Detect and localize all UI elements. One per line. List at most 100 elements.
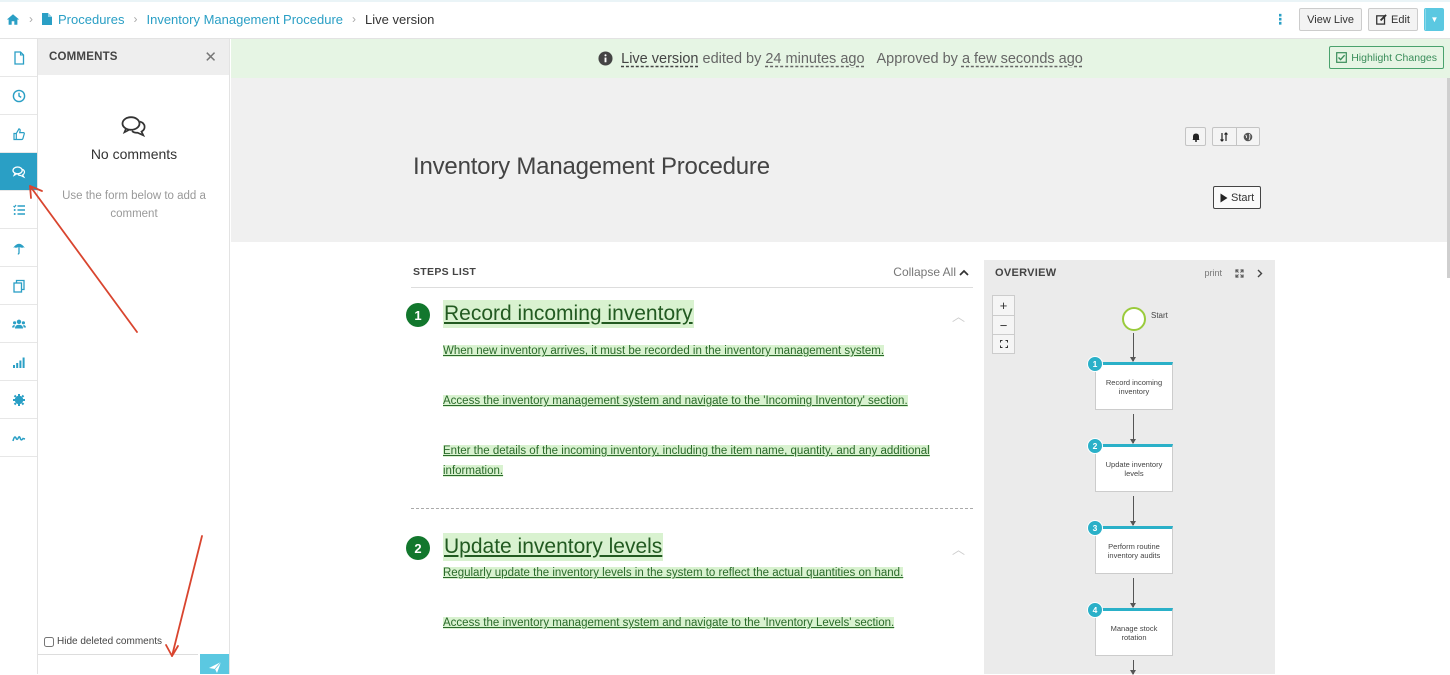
chevron-up-icon <box>959 269 969 276</box>
flow-start-label: Start <box>1151 311 1168 320</box>
close-icon[interactable]: ✕ <box>204 48 217 66</box>
step-paragraph: Access the inventory management system a… <box>443 395 908 407</box>
zoom-in-button[interactable]: + <box>993 296 1014 315</box>
flow-arrow <box>1130 660 1136 675</box>
flow-node[interactable]: Manage stock rotation <box>1095 608 1173 656</box>
chevron-up-icon[interactable]: ︿ <box>952 306 965 325</box>
chevron-up-icon[interactable]: ︿ <box>952 539 965 558</box>
view-live-button[interactable]: View Live <box>1299 8 1363 31</box>
breadcrumb-home[interactable] <box>6 13 20 26</box>
no-comments-hint: Use the form below to add a comment <box>62 190 206 220</box>
umbrella-icon <box>12 243 25 255</box>
print-link[interactable]: print <box>1204 268 1222 278</box>
sidebar-item-history[interactable] <box>0 77 37 115</box>
step-item: 1 Record incoming inventory ︿ When new i… <box>406 300 973 481</box>
sidebar-item-risk[interactable] <box>0 229 37 267</box>
sidebar-item-settings[interactable] <box>0 381 37 419</box>
no-comments-text: No comments <box>90 146 178 162</box>
overview-title: OVERVIEW <box>995 267 1057 279</box>
highlight-changes-button[interactable]: Highlight Changes <box>1329 46 1444 69</box>
live-version-banner: Live version edited by 24 minutes ago Ap… <box>231 39 1450 78</box>
live-version-status: Live version <box>621 50 699 67</box>
comment-input[interactable] <box>38 654 198 674</box>
mark-as-live-split-button: Mark as live ▼ <box>1424 8 1444 31</box>
flow-node[interactable]: Record incoming inventory <box>1095 362 1173 410</box>
hide-deleted-comments-toggle[interactable]: Hide deleted comments <box>44 636 162 647</box>
breadcrumb-procedure[interactable]: Inventory Management Procedure <box>146 12 343 27</box>
overview-panel: OVERVIEW print + − Start Record incoming… <box>984 260 1275 675</box>
sort-icon <box>1220 131 1229 142</box>
top-actions: ⋮ View Live Edit Mark as live ▼ <box>1273 8 1444 31</box>
step-item: 2 Update inventory levels ︿ Regularly up… <box>406 533 973 633</box>
comments-title: COMMENTS <box>49 51 118 63</box>
chevron-right-icon[interactable] <box>1257 269 1263 278</box>
kebab-icon[interactable]: ⋮ <box>1273 11 1287 28</box>
fit-view-button[interactable] <box>993 334 1014 353</box>
step-divider <box>411 508 973 509</box>
home-icon <box>6 13 20 25</box>
document-tools <box>1185 127 1260 146</box>
start-label: Start <box>1231 191 1255 204</box>
step-title[interactable]: Record incoming inventory <box>443 300 694 328</box>
document-icon <box>13 50 24 65</box>
copy-icon <box>12 279 25 293</box>
flow-node-badge: 1 <box>1087 356 1103 372</box>
step-paragraph: Enter the details of the incoming invent… <box>443 445 930 477</box>
edited-by-text: edited by <box>702 50 762 67</box>
edited-time[interactable]: 24 minutes ago <box>765 51 864 67</box>
sidebar-item-copies[interactable] <box>0 267 37 305</box>
breadcrumb-current: Live version <box>365 11 435 27</box>
sidebar-item-checklist[interactable] <box>0 191 37 229</box>
document-tool-group <box>1212 127 1260 146</box>
notifications-button[interactable] <box>1185 127 1206 146</box>
play-icon <box>1220 193 1228 202</box>
flow-start-node[interactable] <box>1122 307 1146 331</box>
flow-node[interactable]: Update inventory levels <box>1095 444 1173 492</box>
flow-node[interactable]: Perform routine inventory audits <box>1095 526 1173 574</box>
edit-icon <box>1376 14 1387 25</box>
chevron-down-icon[interactable]: ▼ <box>1425 9 1443 30</box>
expand-icon[interactable] <box>1235 268 1244 278</box>
zoom-out-button[interactable]: − <box>993 315 1014 334</box>
overview-tools: print <box>1204 268 1263 278</box>
step-number-badge: 1 <box>406 303 430 327</box>
step-paragraph: Regularly update the inventory levels in… <box>443 567 904 579</box>
flow-arrow <box>1130 333 1136 362</box>
send-comment-button[interactable] <box>200 654 229 674</box>
sidebar-item-stats[interactable] <box>0 343 37 381</box>
breadcrumb-procedures-label: Procedures <box>58 11 125 27</box>
sidebar-item-signature[interactable] <box>0 419 37 457</box>
comments-icon <box>121 116 146 137</box>
main-content: Live version edited by 24 minutes ago Ap… <box>231 39 1450 675</box>
document-icon <box>42 13 52 25</box>
overview-header: OVERVIEW print <box>984 260 1275 286</box>
collapse-all-label: Collapse All <box>893 265 956 279</box>
start-button[interactable]: Start <box>1213 186 1262 209</box>
flow-arrow <box>1130 496 1136 526</box>
highlight-changes-label: Highlight Changes <box>1351 51 1437 64</box>
flow-node-badge: 2 <box>1087 438 1103 454</box>
collapse-all-button[interactable]: Collapse All <box>893 265 969 279</box>
diagram-zoom-controls: + − <box>992 295 1015 354</box>
edit-button[interactable]: Edit <box>1368 8 1418 31</box>
thumbs-up-icon <box>12 127 25 140</box>
globe-button[interactable] <box>1235 128 1260 145</box>
globe-icon <box>1243 132 1253 141</box>
sidebar-item-document[interactable] <box>0 39 37 77</box>
sidebar-rail <box>0 39 38 674</box>
step-paragraph: When new inventory arrives, it must be r… <box>443 345 885 357</box>
sidebar-item-approvals[interactable] <box>0 115 37 153</box>
sidebar-item-users[interactable] <box>0 305 37 343</box>
document-header: Inventory Management Procedure Start <box>231 78 1447 242</box>
clock-icon <box>12 89 25 102</box>
sidebar-item-comments[interactable] <box>0 153 37 191</box>
sort-button[interactable] <box>1213 128 1236 145</box>
hide-deleted-checkbox[interactable] <box>44 636 54 647</box>
approved-time[interactable]: a few seconds ago <box>962 51 1083 67</box>
signal-bars-icon <box>12 357 25 368</box>
breadcrumb-procedures[interactable]: Procedures <box>42 12 124 27</box>
flow-arrow <box>1130 578 1136 608</box>
comments-header: COMMENTS ✕ <box>38 39 229 75</box>
step-title[interactable]: Update inventory levels <box>443 533 664 561</box>
comments-icon <box>11 165 25 178</box>
